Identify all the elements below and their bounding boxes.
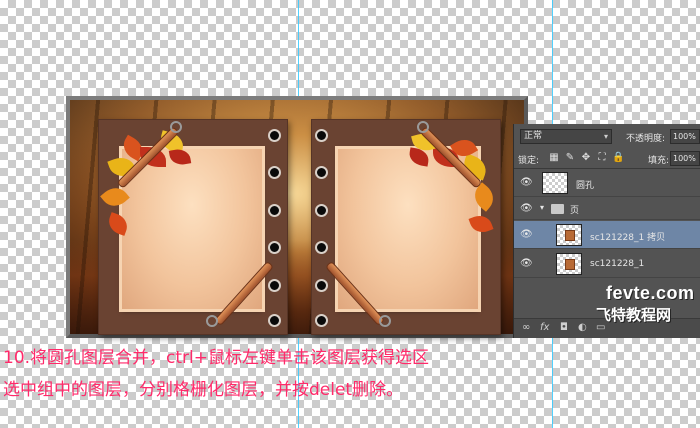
binding-hole <box>268 204 281 217</box>
eye-icon[interactable]: 👁 <box>520 229 533 241</box>
eye-icon[interactable]: 👁 <box>520 177 533 189</box>
lock-transparent-pixels-icon[interactable]: ▦ <box>548 152 560 164</box>
binding-hole <box>315 204 328 217</box>
eye-icon[interactable]: 👁 <box>520 258 533 270</box>
layer-row-holes[interactable]: 👁 圆孔 <box>514 169 700 197</box>
layer-name: sc121228_1 拷贝 <box>590 233 666 243</box>
folder-icon <box>551 204 564 214</box>
metal-ring <box>379 315 391 327</box>
watermark-domain: fevte.com <box>606 283 695 303</box>
lock-artboard-icon[interactable]: ⛶ <box>596 152 608 164</box>
adjustment-icon[interactable]: ◐ <box>578 322 587 333</box>
binding-hole <box>268 314 281 327</box>
instruction-line-2: 选中组中的图层，分别格栅化图层，并按delet删除。 <box>3 380 404 400</box>
opacity-input[interactable]: 100% <box>670 129 700 144</box>
autumn-leaves-decoration <box>403 127 499 247</box>
binding-hole <box>315 241 328 254</box>
instruction-line-1: 10.将圆孔图层合并，ctrl+鼠标左键单击该图层获得选区 <box>3 348 430 368</box>
metal-ring <box>206 315 218 327</box>
album-page-right <box>311 119 501 335</box>
layer-name: 圆孔 <box>576 181 595 191</box>
chevron-down-icon[interactable]: ▾ <box>540 203 544 212</box>
layer-group-page[interactable]: 👁 ▾ 页 <box>514 198 700 220</box>
group-name: 页 <box>570 206 580 216</box>
opacity-label: 不透明度: <box>626 134 666 144</box>
link-icon[interactable]: ∞ <box>522 322 530 333</box>
fill-label: 填充: <box>648 156 670 166</box>
eye-icon[interactable]: 👁 <box>520 203 533 215</box>
lock-row: 锁定: ▦ ✎ ✥ ⛶ 🔒 填充: 100% <box>514 148 700 168</box>
layer-row-copy[interactable]: 👁 sc121228_1 拷贝 <box>514 221 700 249</box>
chevron-down-icon: ▾ <box>603 132 608 141</box>
lock-label: 锁定: <box>518 156 540 166</box>
fx-icon[interactable]: fx <box>540 322 549 333</box>
binding-hole <box>315 129 328 142</box>
binding-hole <box>315 279 328 292</box>
layer-thumbnail <box>556 253 582 275</box>
lock-image-pixels-icon[interactable]: ✎ <box>564 152 576 164</box>
layer-row-original[interactable]: 👁 sc121228_1 <box>514 250 700 278</box>
blend-mode-value: 正常 <box>524 131 543 141</box>
lock-all-icon[interactable]: 🔒 <box>612 152 624 164</box>
lock-position-icon[interactable]: ✥ <box>580 152 592 164</box>
metal-ring <box>417 121 429 133</box>
layer-thumbnail <box>556 224 582 246</box>
blend-row: 正常 ▾ 不透明度: 100% <box>514 126 700 146</box>
blend-mode-select[interactable]: 正常 ▾ <box>520 129 612 144</box>
binding-hole <box>268 166 281 179</box>
album-page-left <box>98 119 288 335</box>
binding-hole <box>315 166 328 179</box>
metal-ring <box>170 121 182 133</box>
fill-input[interactable]: 100% <box>670 151 700 166</box>
autumn-leaves-decoration <box>100 127 196 247</box>
binding-hole <box>268 129 281 142</box>
layer-name: sc121228_1 <box>590 259 645 269</box>
binding-hole <box>315 314 328 327</box>
binding-hole <box>268 241 281 254</box>
binding-hole <box>268 279 281 292</box>
mask-icon[interactable]: ◘ <box>560 322 568 333</box>
layer-thumbnail <box>542 172 568 194</box>
watermark-brand: 飞特教程网 <box>596 306 672 324</box>
